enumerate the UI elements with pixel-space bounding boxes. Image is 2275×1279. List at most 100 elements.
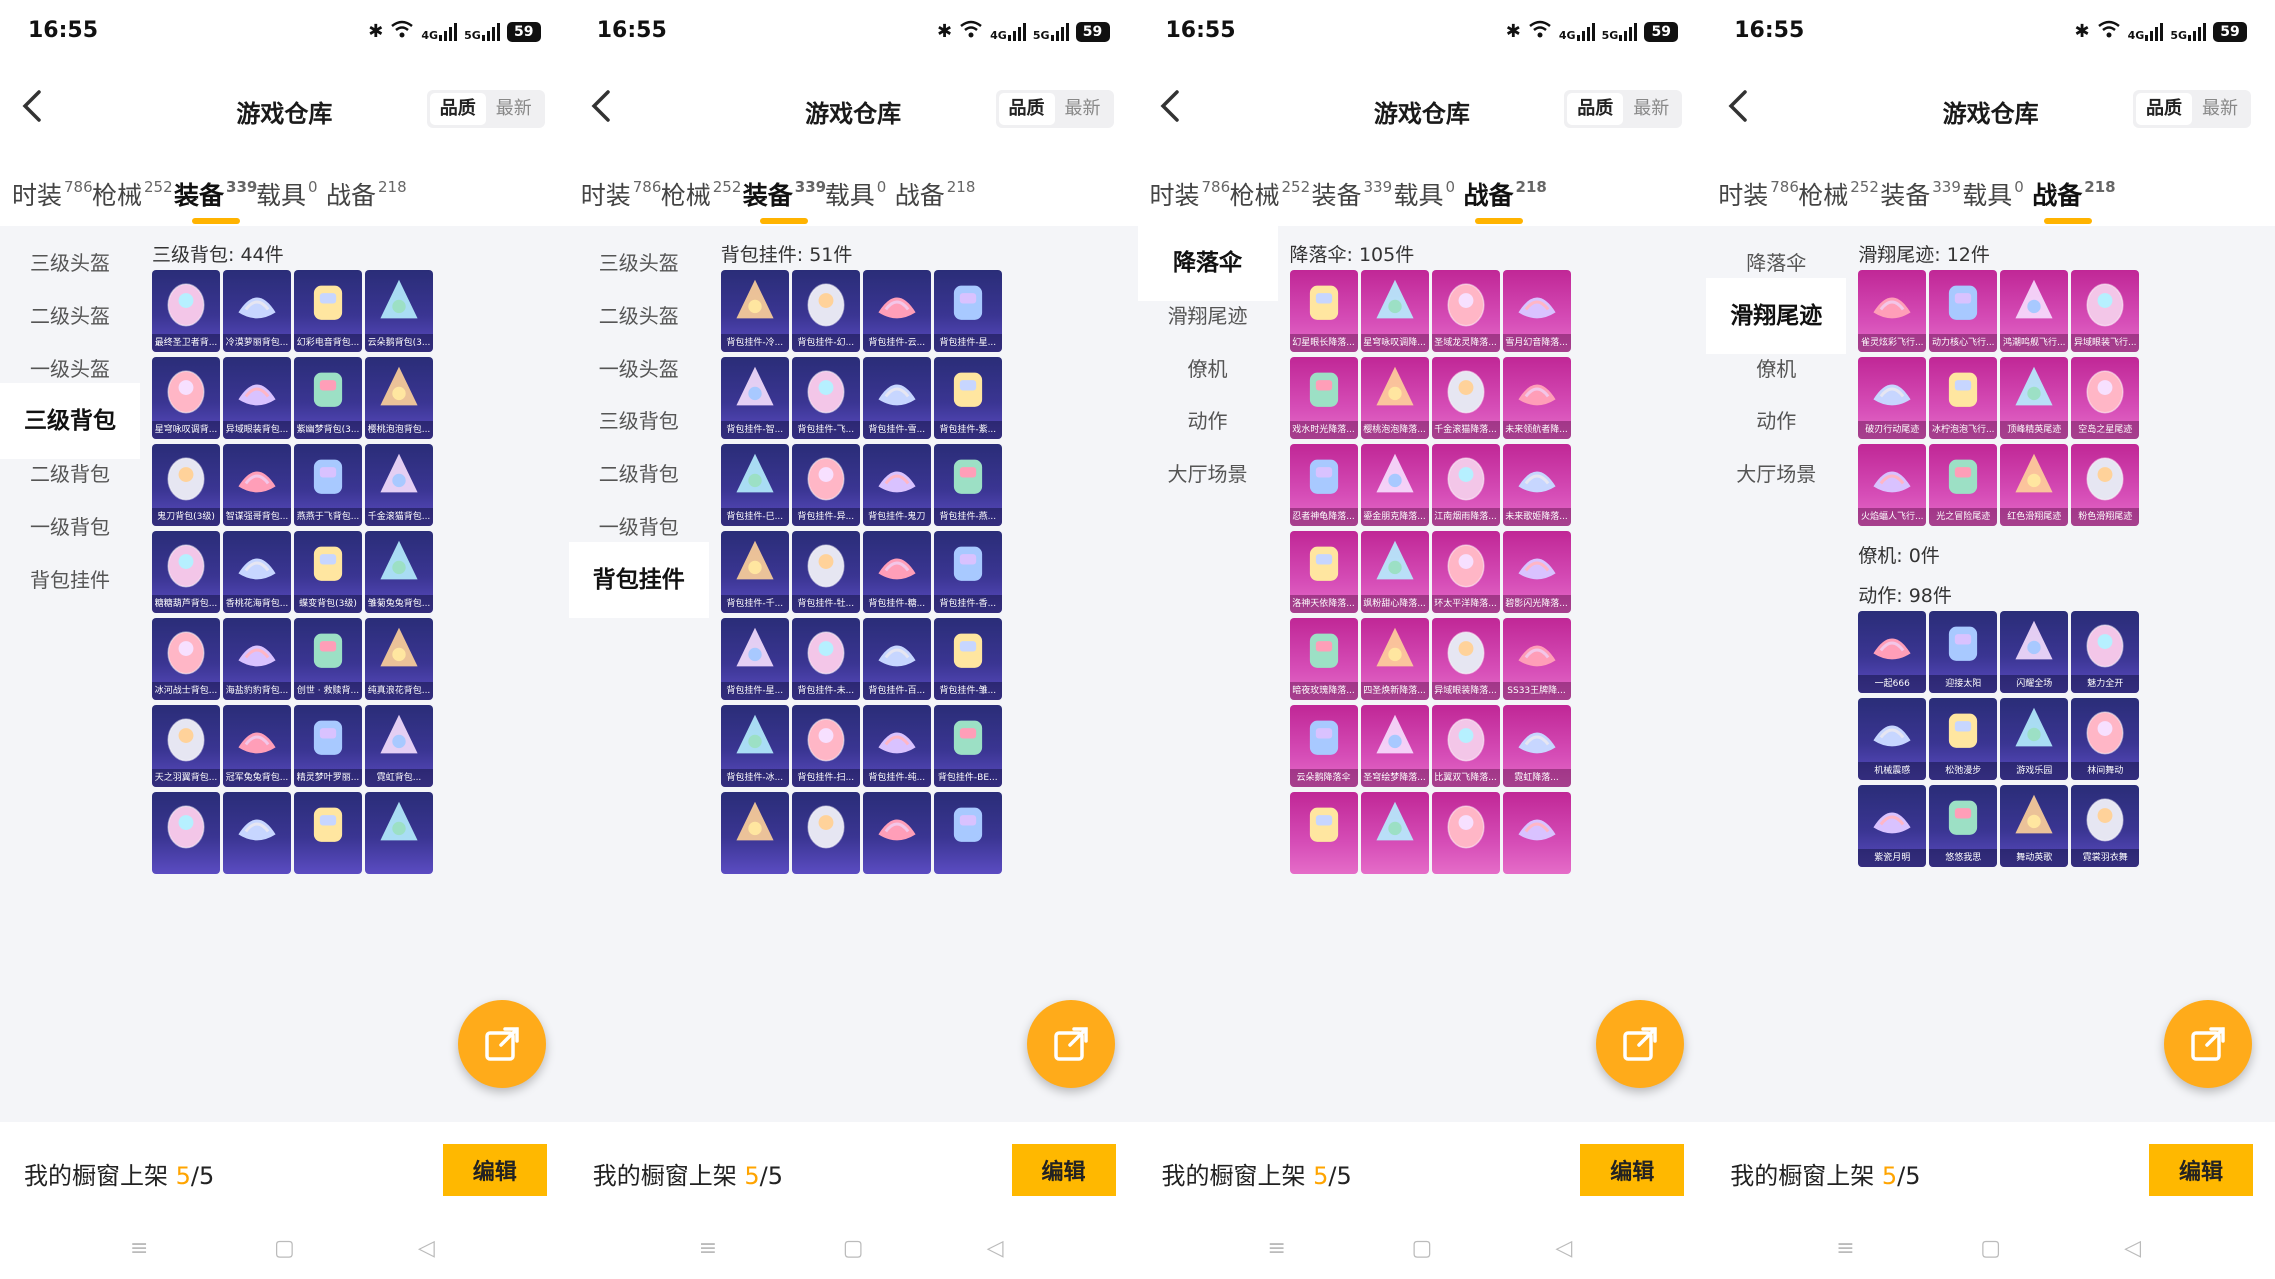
item-card[interactable] bbox=[933, 792, 1002, 874]
item-card[interactable]: 霓虹降落... bbox=[1502, 705, 1571, 787]
item-card[interactable]: 未来领航者降... bbox=[1502, 357, 1571, 439]
sort-quality-button[interactable]: 品质 bbox=[1567, 93, 1624, 125]
sidebar-item-4[interactable]: 大厅场景 bbox=[1706, 436, 1846, 512]
item-card[interactable]: 背包挂件-雏... bbox=[933, 618, 1002, 700]
share-button[interactable] bbox=[2164, 1000, 2253, 1088]
item-card[interactable]: 舞动英歌 bbox=[2000, 785, 2069, 867]
sidebar-item-4[interactable]: 大厅场景 bbox=[1138, 436, 1278, 512]
sort-quality-button[interactable]: 品质 bbox=[2136, 93, 2192, 125]
item-card[interactable]: 飒粉甜心降落... bbox=[1360, 531, 1429, 613]
item-card[interactable]: 背包挂件-异... bbox=[791, 444, 860, 526]
back-nav-icon[interactable]: ◁ bbox=[2124, 1236, 2141, 1261]
item-card[interactable] bbox=[1360, 792, 1429, 874]
item-card[interactable] bbox=[223, 792, 291, 874]
item-card[interactable]: 背包挂件-纯... bbox=[862, 705, 931, 787]
menu-icon[interactable]: ≡ bbox=[1268, 1236, 1286, 1261]
tab-4[interactable]: 战备 218 bbox=[895, 176, 976, 212]
item-card[interactable]: 冰柠泡泡飞行... bbox=[1929, 357, 1998, 439]
item-card[interactable]: 顶峰精英尾迹 bbox=[2000, 357, 2069, 439]
tab-4[interactable]: 战备 218 bbox=[1464, 176, 1547, 224]
sidebar-item-6[interactable]: 背包挂件 bbox=[0, 542, 140, 618]
item-card[interactable]: 最终圣卫者背... bbox=[152, 270, 220, 352]
item-card[interactable]: 背包挂件-智... bbox=[720, 357, 789, 439]
item-card[interactable]: 火焰蝠人飞行... bbox=[1858, 444, 1927, 526]
item-card[interactable]: 江南烟雨降落... bbox=[1431, 444, 1500, 526]
item-card[interactable] bbox=[862, 792, 931, 874]
item-card[interactable] bbox=[1289, 792, 1358, 874]
tab-2[interactable]: 装备 339 bbox=[1880, 176, 1961, 212]
item-card[interactable]: 创世 · 救赎背... bbox=[294, 618, 362, 700]
item-card[interactable]: 冰河战士背包... bbox=[152, 618, 220, 700]
home-icon[interactable]: ▢ bbox=[274, 1236, 295, 1261]
item-card[interactable]: 雏菊兔兔背包... bbox=[365, 531, 433, 613]
item-card[interactable]: 香桃花海背包... bbox=[223, 531, 291, 613]
item-card[interactable]: 空岛之星尾迹 bbox=[2071, 357, 2140, 439]
item-card[interactable]: 幻星眼长降落... bbox=[1289, 270, 1358, 352]
item-card[interactable]: 圣域龙灵降落... bbox=[1431, 270, 1500, 352]
item-card[interactable]: 迎接太阳 bbox=[1929, 611, 1998, 693]
item-card[interactable]: 云朵鹅背包(3... bbox=[365, 270, 433, 352]
item-card[interactable]: 魅力全开 bbox=[2071, 611, 2140, 693]
item-card[interactable]: 洛神天依降落... bbox=[1289, 531, 1358, 613]
item-card[interactable]: 戏水时光降落... bbox=[1289, 357, 1358, 439]
share-button[interactable] bbox=[1026, 1000, 1115, 1088]
item-card[interactable]: 机械震感 bbox=[1858, 698, 1927, 780]
item-card[interactable]: 背包挂件-雪... bbox=[862, 357, 931, 439]
item-card[interactable]: 海盐豹豹背包... bbox=[223, 618, 291, 700]
item-card[interactable] bbox=[152, 792, 220, 874]
item-card[interactable] bbox=[294, 792, 362, 874]
sort-latest-button[interactable]: 最新 bbox=[486, 93, 542, 125]
share-button[interactable] bbox=[458, 1000, 546, 1088]
item-card[interactable]: 未来歌姬降落... bbox=[1502, 444, 1571, 526]
item-card[interactable]: 游戏乐园 bbox=[2000, 698, 2069, 780]
item-card[interactable]: 鬼刀背包(3级) bbox=[152, 444, 220, 526]
item-card[interactable] bbox=[720, 792, 789, 874]
item-card[interactable]: 星穹咏叹调降... bbox=[1360, 270, 1429, 352]
tab-1[interactable]: 枪械 252 bbox=[92, 176, 173, 212]
item-card[interactable]: 背包挂件-千... bbox=[720, 531, 789, 613]
edit-button[interactable]: 编辑 bbox=[2149, 1144, 2253, 1196]
item-card[interactable]: 背包挂件-冷... bbox=[720, 270, 789, 352]
item-card[interactable]: 鎏金朋克降落... bbox=[1360, 444, 1429, 526]
sidebar-item-6[interactable]: 背包挂件 bbox=[568, 541, 709, 618]
tab-1[interactable]: 枪械 252 bbox=[1798, 176, 1879, 212]
item-card[interactable]: 异域眼装飞行... bbox=[2071, 270, 2140, 352]
item-card[interactable]: 环太平洋降落... bbox=[1431, 531, 1500, 613]
item-card[interactable]: 星穹咏叹调背... bbox=[152, 357, 220, 439]
item-card[interactable]: 背包挂件-巳... bbox=[720, 444, 789, 526]
item-card[interactable]: 背包挂件-飞... bbox=[791, 357, 860, 439]
item-card[interactable]: 燕燕于飞背包... bbox=[294, 444, 362, 526]
item-card[interactable]: 霓裳羽衣舞 bbox=[2071, 785, 2140, 867]
back-nav-icon[interactable]: ◁ bbox=[418, 1236, 435, 1261]
tab-0[interactable]: 时装 786 bbox=[12, 176, 93, 212]
item-card[interactable]: 智谋强哥背包... bbox=[223, 444, 291, 526]
item-card[interactable]: 粉色滑翔尾迹 bbox=[2071, 444, 2140, 526]
sort-quality-button[interactable]: 品质 bbox=[429, 93, 486, 125]
item-card[interactable]: 背包挂件-鬼刀 bbox=[862, 444, 931, 526]
item-card[interactable]: 背包挂件-未... bbox=[791, 618, 860, 700]
tab-0[interactable]: 时装 786 bbox=[1718, 176, 1799, 212]
item-card[interactable]: 樱桃泡泡背包... bbox=[365, 357, 433, 439]
item-card[interactable]: 松弛漫步 bbox=[1929, 698, 1998, 780]
item-card[interactable]: 四圣焕新降落... bbox=[1360, 618, 1429, 700]
home-icon[interactable]: ▢ bbox=[1412, 1236, 1433, 1261]
item-card[interactable]: 背包挂件-星... bbox=[720, 618, 789, 700]
back-nav-icon[interactable]: ◁ bbox=[1556, 1236, 1573, 1261]
edit-button[interactable]: 编辑 bbox=[442, 1144, 547, 1196]
item-card[interactable]: 背包挂件-星... bbox=[933, 270, 1002, 352]
item-card[interactable]: 霓虹背包... bbox=[365, 705, 433, 787]
tab-0[interactable]: 时装 786 bbox=[1150, 176, 1231, 212]
item-card[interactable]: 雀灵炫彩飞行... bbox=[1858, 270, 1927, 352]
item-card[interactable]: 纯真浪花背包... bbox=[365, 618, 433, 700]
tab-4[interactable]: 战备 218 bbox=[326, 176, 407, 212]
tab-2[interactable]: 装备 339 bbox=[174, 176, 257, 224]
item-card[interactable]: 背包挂件-燕... bbox=[933, 444, 1002, 526]
tab-2[interactable]: 装备 339 bbox=[1312, 176, 1393, 212]
item-card[interactable]: 背包挂件-幻... bbox=[791, 270, 860, 352]
item-card[interactable]: 动力核心飞行... bbox=[1929, 270, 1998, 352]
sort-latest-button[interactable]: 最新 bbox=[1055, 93, 1111, 125]
item-card[interactable]: 背包挂件-牡... bbox=[791, 531, 860, 613]
item-card[interactable]: 红色滑翔尾迹 bbox=[2000, 444, 2069, 526]
tab-3[interactable]: 载具 0 bbox=[256, 176, 318, 212]
item-card[interactable]: 背包挂件-扫... bbox=[791, 705, 860, 787]
